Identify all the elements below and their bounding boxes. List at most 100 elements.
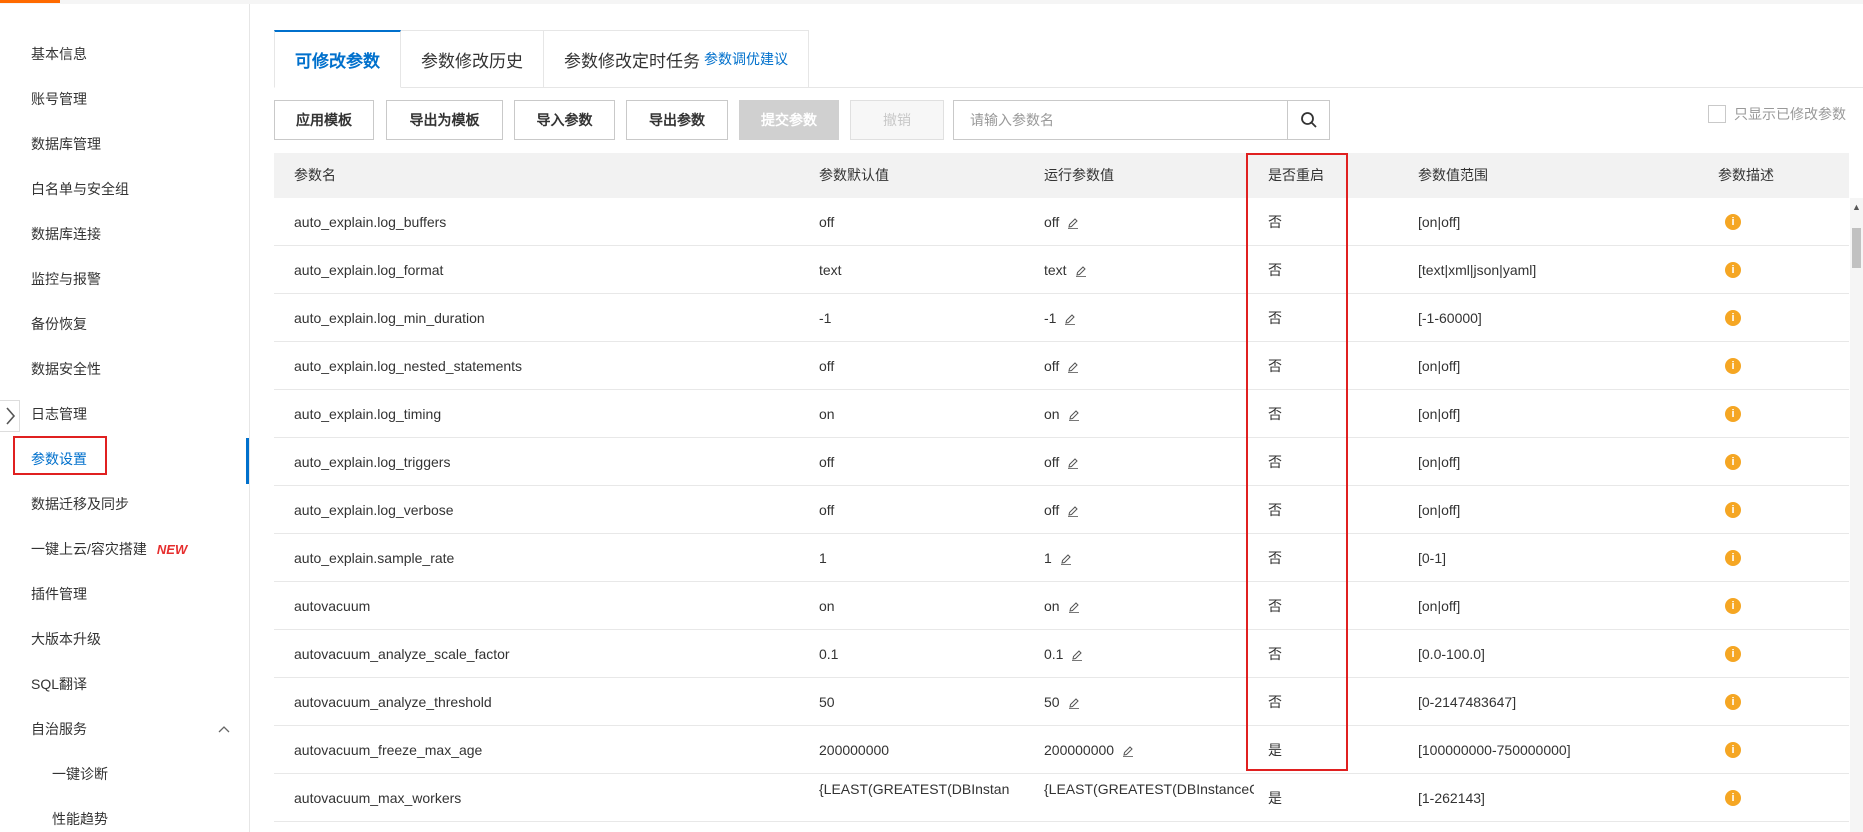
search-button[interactable] (1287, 101, 1329, 139)
top-bar (0, 0, 1863, 4)
default-value-cell: 0.1 (819, 646, 839, 662)
param-name-cell: autovacuum_freeze_max_age (294, 742, 483, 758)
export-as-template-button[interactable]: 导出为模板 (386, 100, 503, 140)
info-icon[interactable]: i (1725, 502, 1741, 518)
export-params-button[interactable]: 导出参数 (626, 100, 728, 140)
only-modified-toggle[interactable]: 只显示已修改参数 (1708, 104, 1846, 124)
edit-icon[interactable] (1067, 217, 1079, 230)
submit-params-button[interactable]: 提交参数 (739, 100, 839, 140)
sidebar-item-accounts[interactable]: 账号管理 (31, 87, 87, 111)
default-value-cell: off (819, 502, 835, 518)
chevron-up-icon[interactable] (216, 722, 232, 738)
sidebar-item-plugins[interactable]: 插件管理 (31, 582, 87, 606)
sidebar-item-databases[interactable]: 数据库管理 (31, 132, 101, 156)
sidebar-item-upgrade[interactable]: 大版本升级 (31, 627, 101, 651)
params-table: 参数名 参数默认值 运行参数值 是否重启 参数值范围 参数描述 auto_exp… (274, 153, 1849, 832)
range-cell: [0.0-100.0] (1418, 646, 1485, 662)
tab-scheduled-tasks[interactable]: 参数修改定时任务 参数调优建议 (544, 30, 809, 88)
info-icon[interactable]: i (1725, 694, 1741, 710)
running-value-text: 1 (1044, 550, 1052, 566)
edit-icon[interactable] (1068, 697, 1080, 710)
info-icon[interactable]: i (1725, 742, 1741, 758)
sidebar-item-backup[interactable]: 备份恢复 (31, 312, 87, 336)
edit-icon[interactable] (1067, 361, 1079, 374)
edit-icon[interactable] (1122, 745, 1134, 758)
sidebar-item-sql-translate[interactable]: SQL翻译 (31, 672, 87, 696)
only-modified-checkbox[interactable] (1708, 105, 1726, 123)
highlight-box-restart-column (1246, 153, 1348, 771)
range-cell: [on|off] (1418, 358, 1461, 374)
running-value-cell: off (1044, 342, 1254, 390)
param-name-cell: autovacuum_max_workers (294, 790, 462, 806)
restart-cell: 是 (1268, 790, 1282, 806)
search-input[interactable] (954, 101, 1287, 139)
apply-template-button[interactable]: 应用模板 (274, 100, 374, 140)
sidebar-item-whitelist[interactable]: 白名单与安全组 (31, 177, 129, 201)
running-value-cell: 1 (1044, 534, 1254, 582)
sidebar-item-autonomy[interactable]: 自治服务 (31, 717, 87, 741)
edit-icon[interactable] (1067, 505, 1079, 518)
tab-label: 参数修改定时任务 (564, 51, 700, 71)
import-params-button[interactable]: 导入参数 (514, 100, 615, 140)
tab-bar: 可修改参数 参数修改历史 参数修改定时任务 参数调优建议 (274, 30, 809, 88)
scroll-up-icon[interactable]: ▲ (1852, 202, 1861, 212)
sidebar-item-monitoring[interactable]: 监控与报警 (31, 267, 101, 291)
sidebar-item-cloud-migration[interactable]: 一键上云/容灾搭建 NEW (31, 537, 187, 561)
info-icon[interactable]: i (1725, 550, 1741, 566)
param-name-cell: auto_explain.log_nested_statements (294, 358, 523, 374)
table-row: autovacuum_analyze_scale_factor 0.1 0.1 否 [0… (274, 630, 1849, 678)
edit-icon[interactable] (1068, 601, 1080, 614)
tab-editable-params[interactable]: 可修改参数 (274, 30, 401, 88)
scroll-thumb[interactable] (1852, 228, 1861, 268)
running-value-cell: off (1044, 438, 1254, 486)
info-icon[interactable]: i (1725, 358, 1741, 374)
revoke-button[interactable]: 撤销 (850, 100, 944, 140)
info-icon[interactable]: i (1725, 454, 1741, 470)
info-icon[interactable]: i (1725, 790, 1741, 806)
sidebar-item-performance[interactable]: 性能趋势 (52, 807, 108, 831)
running-value-text: off (1044, 358, 1060, 374)
param-name-cell: autovacuum (294, 598, 371, 614)
edit-icon[interactable] (1068, 409, 1080, 422)
info-icon[interactable]: i (1725, 262, 1741, 278)
table-row: auto_explain.log_timing on on 否 [on|off] i (274, 390, 1849, 438)
sidebar-item-data-security[interactable]: 数据安全性 (31, 357, 101, 381)
range-cell: [0-2147483647] (1418, 694, 1517, 710)
info-icon[interactable]: i (1725, 406, 1741, 422)
sidebar-item-migration[interactable]: 数据迁移及同步 (31, 492, 129, 516)
info-icon[interactable]: i (1725, 310, 1741, 326)
running-value-cell: off (1044, 198, 1254, 246)
edit-icon[interactable] (1060, 553, 1072, 566)
default-value-cell: off (819, 214, 835, 230)
sidebar-item-logs[interactable]: 日志管理 (31, 402, 87, 426)
running-value-cell: 200000000 (1044, 726, 1254, 774)
edit-icon[interactable] (1071, 649, 1083, 662)
header-range: 参数值范围 (1418, 167, 1488, 183)
only-modified-label: 只显示已修改参数 (1734, 106, 1846, 122)
running-value-text: 200000000 (1044, 742, 1115, 758)
info-icon[interactable]: i (1725, 598, 1741, 614)
highlight-box-sidebar (13, 436, 107, 475)
table-row: auto_explain.sample_rate 1 1 否 [0-1] i (274, 534, 1849, 582)
new-badge: NEW (156, 542, 188, 557)
chevron-right-icon (5, 407, 15, 425)
range-cell: [on|off] (1418, 502, 1461, 518)
running-value-text: on (1044, 598, 1060, 614)
param-name-cell: auto_explain.log_verbose (294, 502, 454, 518)
running-value-text: off (1044, 214, 1060, 230)
table-scrollbar[interactable]: ▲ (1850, 198, 1863, 832)
edit-icon[interactable] (1064, 313, 1076, 326)
default-value-cell: text (819, 262, 842, 278)
sidebar-item-connection[interactable]: 数据库连接 (31, 222, 101, 246)
info-icon[interactable]: i (1725, 646, 1741, 662)
tab-param-history[interactable]: 参数修改历史 (401, 30, 544, 88)
edit-icon[interactable] (1067, 457, 1079, 470)
info-icon[interactable]: i (1725, 214, 1741, 230)
table-row: autovacuum_max_workers {LEAST(GREATEST(DB… (274, 774, 1849, 822)
tuning-advice-link[interactable]: 参数调优建议 (704, 49, 788, 69)
default-value-cell: 50 (819, 694, 835, 710)
sidebar-item-basic-info[interactable]: 基本信息 (31, 42, 87, 66)
sidebar-collapse-handle[interactable] (0, 400, 20, 432)
edit-icon[interactable] (1075, 265, 1087, 278)
sidebar-item-diagnosis[interactable]: 一键诊断 (52, 762, 108, 786)
